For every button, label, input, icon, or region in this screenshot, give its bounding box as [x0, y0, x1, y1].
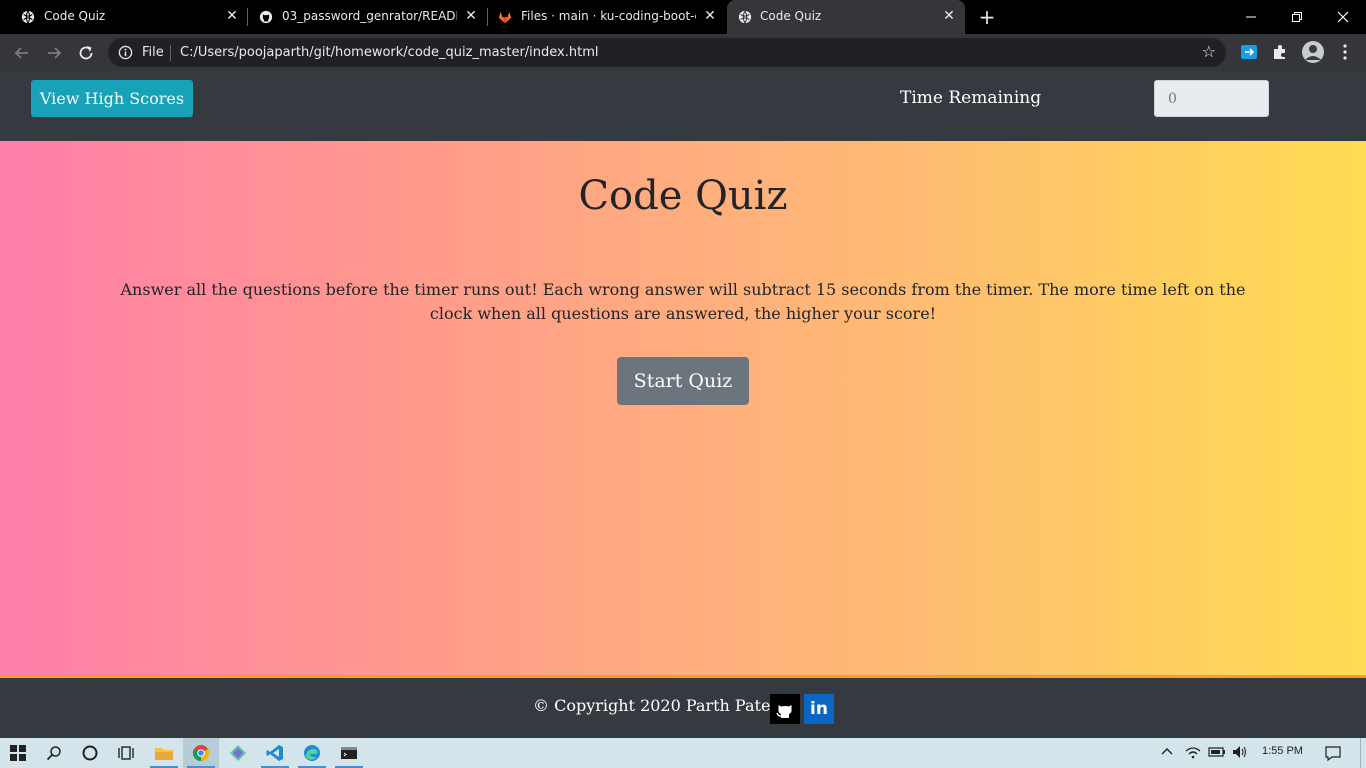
github-icon	[259, 10, 273, 24]
tab-code-quiz-1[interactable]: Code Quiz ✕	[0, 0, 246, 34]
linkedin-icon: in	[810, 699, 828, 719]
close-icon[interactable]: ✕	[942, 9, 956, 23]
page-footer: © Copyright 2020 Parth Patel in	[0, 675, 1366, 738]
gitkraken-icon	[230, 745, 246, 761]
folder-icon	[155, 748, 173, 760]
gitlab-icon	[498, 11, 512, 24]
cortana-button[interactable]	[72, 738, 108, 768]
restore-button[interactable]	[1274, 0, 1320, 34]
time-remaining-label: Time Remaining	[900, 88, 1042, 108]
tab-title: 03_password_genrator/README.md	[282, 9, 457, 23]
restore-icon	[1292, 12, 1302, 22]
linkedin-link[interactable]: in	[804, 694, 834, 724]
edge-button[interactable]	[294, 738, 330, 768]
forward-button[interactable]	[41, 40, 67, 66]
browser-tab-strip: Code Quiz ✕ 03_password_genrator/README.…	[0, 0, 1366, 34]
tab-title: Code Quiz	[44, 9, 106, 23]
show-desktop-button[interactable]	[1360, 738, 1366, 768]
copyright-text: © Copyright 2020 Parth Patel	[533, 696, 776, 715]
windows-taskbar: 1:55 PM	[0, 738, 1366, 768]
new-tab-button[interactable]: +	[976, 7, 998, 29]
wifi-icon[interactable]	[1185, 745, 1201, 761]
more-menu-icon[interactable]	[1336, 43, 1354, 61]
edge-icon	[304, 745, 320, 761]
volume-icon[interactable]	[1232, 745, 1248, 761]
tab-title: Files · main · ku-coding-boot-camp	[521, 9, 696, 23]
back-button[interactable]	[9, 40, 35, 66]
start-quiz-button[interactable]: Start Quiz	[617, 357, 749, 405]
web-page: View High Scores Time Remaining Code Qui…	[0, 71, 1366, 738]
gitkraken-button[interactable]	[220, 738, 256, 768]
divider	[170, 45, 171, 61]
system-clock[interactable]: 1:55 PM	[1262, 745, 1303, 757]
profile-avatar[interactable]	[1301, 40, 1325, 64]
arrow-right-icon	[48, 47, 62, 59]
scheme-label: File	[142, 45, 164, 60]
github-icon	[776, 705, 792, 718]
arrow-left-icon	[14, 47, 28, 59]
minimize-button[interactable]	[1228, 0, 1274, 34]
time-remaining-field[interactable]	[1154, 80, 1269, 117]
tab-password-generator[interactable]: 03_password_genrator/README.md ✕	[238, 0, 486, 34]
battery-icon[interactable]	[1208, 745, 1226, 761]
chrome-icon	[192, 745, 210, 762]
address-bar[interactable]: File C:/Users/poojaparth/git/homework/co…	[108, 38, 1226, 67]
quiz-intro-section: Code Quiz Answer all the questions befor…	[0, 141, 1366, 675]
vscode-icon	[266, 745, 283, 761]
terminal-button[interactable]	[331, 738, 367, 768]
windows-logo-icon	[10, 745, 26, 761]
close-icon[interactable]: ✕	[225, 9, 239, 23]
view-high-scores-button[interactable]: View High Scores	[31, 80, 193, 117]
notifications-icon[interactable]	[1325, 745, 1341, 762]
quiz-instructions: Answer all the questions before the time…	[120, 280, 1246, 323]
minimize-icon	[1246, 16, 1256, 18]
search-icon	[46, 746, 61, 761]
globe-icon	[21, 10, 35, 24]
page-header: View High Scores Time Remaining	[0, 71, 1366, 141]
tray-chevron-up-icon[interactable]	[1160, 745, 1174, 761]
tab-gitlab-files[interactable]: Files · main · ku-coding-boot-camp ✕	[477, 0, 725, 34]
close-window-button[interactable]	[1320, 0, 1366, 34]
browser-toolbar: File C:/Users/poojaparth/git/homework/co…	[0, 34, 1366, 71]
close-icon[interactable]: ✕	[464, 9, 478, 23]
url-text[interactable]: C:/Users/poojaparth/git/homework/code_qu…	[180, 45, 598, 60]
extensions-puzzle-icon[interactable]	[1271, 43, 1289, 61]
globe-icon	[738, 10, 752, 24]
vscode-button[interactable]	[257, 738, 293, 768]
close-icon	[1337, 11, 1349, 23]
tab-title: Code Quiz	[760, 9, 822, 23]
page-title: Code Quiz	[578, 173, 788, 219]
terminal-icon	[341, 747, 357, 759]
chrome-button[interactable]	[183, 738, 219, 768]
extension-save-icon[interactable]	[1240, 43, 1258, 61]
github-link[interactable]	[770, 694, 800, 724]
bookmark-star-icon[interactable]: ☆	[1202, 42, 1216, 61]
file-explorer-button[interactable]	[146, 738, 182, 768]
info-icon[interactable]	[118, 45, 133, 60]
tab-code-quiz-active[interactable]: Code Quiz ✕	[727, 0, 965, 34]
search-button[interactable]	[36, 738, 72, 768]
start-button[interactable]	[0, 738, 36, 768]
reload-button[interactable]	[73, 40, 99, 66]
close-icon[interactable]: ✕	[703, 9, 717, 23]
reload-icon	[79, 46, 93, 60]
task-view-button[interactable]	[108, 738, 144, 768]
cortana-icon	[82, 745, 98, 761]
task-view-icon	[118, 746, 134, 760]
